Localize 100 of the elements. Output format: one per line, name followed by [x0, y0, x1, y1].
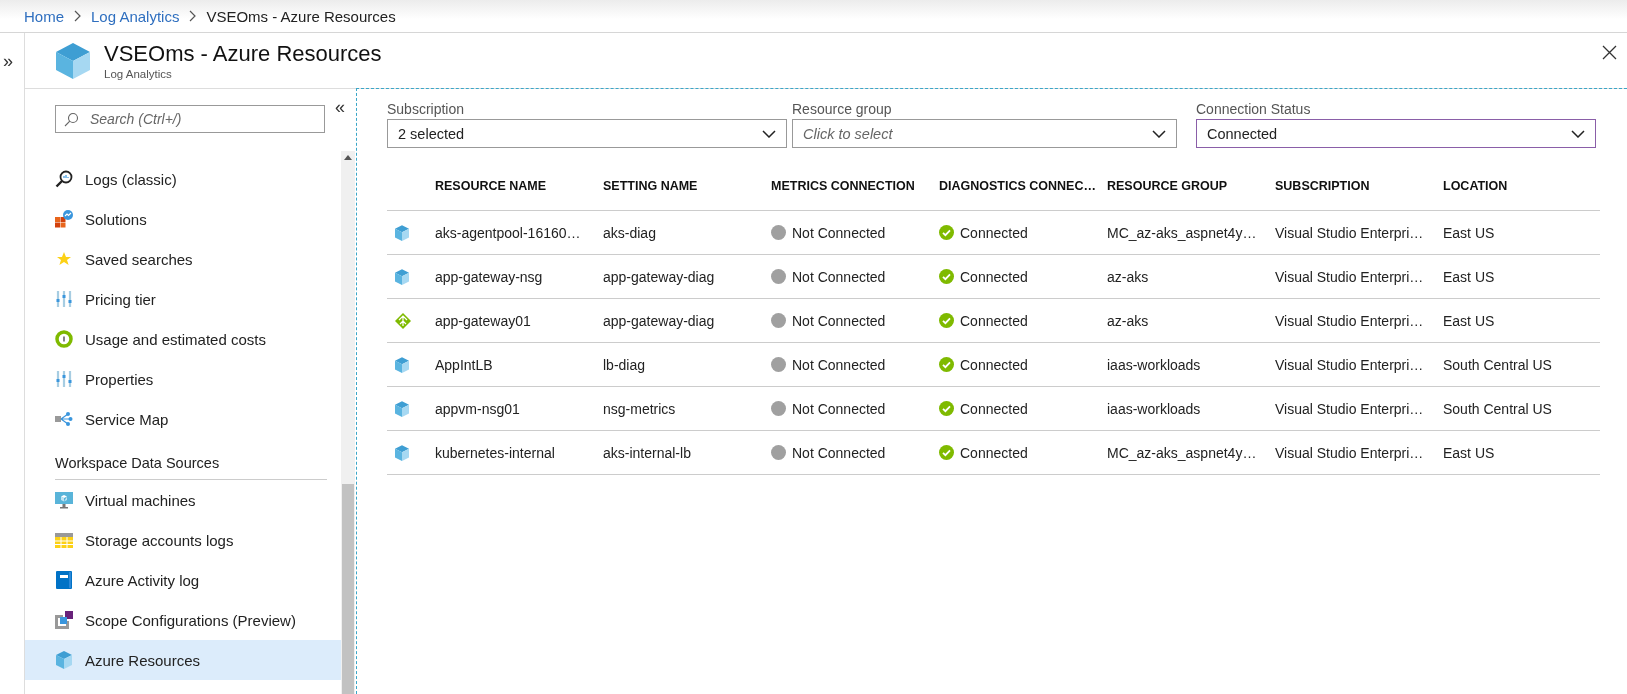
status-text: Not Connected — [792, 268, 886, 285]
menu-item[interactable]: Azure Resources — [25, 640, 341, 680]
cube-icon — [395, 356, 409, 373]
star-icon — [55, 251, 73, 267]
column-header[interactable]: RESOURCE NAME — [435, 179, 603, 193]
status-text: Not Connected — [792, 224, 886, 241]
table-cell-text: app-gateway01 — [435, 312, 532, 329]
table-cell-text: Visual Studio Enterpri… — [1275, 356, 1425, 373]
menu-item[interactable]: Logs (classic) — [25, 159, 341, 199]
status-text: Connected — [960, 312, 1028, 329]
column-header[interactable]: DIAGNOSTICS CONNEC… — [939, 179, 1107, 193]
chevron-down-icon — [1152, 129, 1166, 138]
table-cell-text: Visual Studio Enterpri… — [1275, 268, 1425, 285]
close-icon[interactable] — [1602, 45, 1617, 60]
search-icon — [64, 112, 79, 127]
cube-icon — [395, 400, 409, 417]
search-field[interactable]: Search (Ctrl+/) — [55, 105, 325, 133]
status-text: Connected — [960, 268, 1028, 285]
column-header[interactable]: SUBSCRIPTION — [1275, 179, 1443, 193]
solutions-icon — [55, 210, 73, 228]
dropdown[interactable]: Connected — [1196, 119, 1596, 148]
table-cell-text: aks-diag — [603, 224, 657, 241]
cube-icon — [395, 444, 409, 461]
chevron-down-icon — [1571, 129, 1585, 138]
status-text: Connected — [960, 356, 1028, 373]
table-cell-text: South Central US — [1443, 356, 1553, 373]
table-cell-text: Visual Studio Enterpri… — [1275, 400, 1425, 417]
table-cell-text: AppIntLB — [435, 356, 494, 373]
blade-title: VSEOms - Azure Resources — [104, 41, 383, 67]
cube-icon — [55, 41, 91, 80]
chevron-right-icon — [189, 10, 197, 22]
table-cell-text: nsg-metrics — [603, 400, 677, 417]
filter-label: Resource group — [792, 101, 893, 117]
sliders-icon — [55, 290, 73, 308]
column-header[interactable]: METRICS CONNECTION — [771, 179, 939, 193]
column-header[interactable]: LOCATION — [1443, 179, 1611, 193]
table-cell-text: Visual Studio Enterpri… — [1275, 444, 1425, 461]
menu-item[interactable]: Properties — [25, 359, 341, 399]
status-text: Connected — [960, 224, 1028, 241]
menu-item[interactable]: Virtual machines — [25, 480, 341, 520]
dropdown[interactable]: 2 selected — [387, 119, 787, 148]
table-cell-text: app-gateway-diag — [603, 268, 716, 285]
magnifier-icon — [55, 170, 73, 188]
scrollbar-thumb[interactable] — [342, 484, 354, 694]
monitor-icon — [55, 491, 73, 509]
filter-label: Connection Status — [1196, 101, 1312, 117]
table-cell-text: East US — [1443, 312, 1496, 329]
status-text: Not Connected — [792, 312, 886, 329]
table-icon — [55, 532, 73, 548]
status-text: Connected — [960, 444, 1028, 461]
status-text: Not Connected — [792, 356, 886, 373]
menu-item[interactable]: Saved searches — [25, 239, 341, 279]
menu-item[interactable]: Solutions — [25, 199, 341, 239]
sliders-icon — [55, 370, 73, 388]
section-heading: Workspace Data Sources — [55, 455, 327, 480]
filter-label: Subscription — [387, 101, 466, 117]
breadcrumb-current: VSEOms - Azure Resources — [206, 7, 396, 25]
menu-item[interactable]: Storage accounts logs — [25, 520, 341, 560]
table-cell-text: East US — [1443, 268, 1496, 285]
column-header[interactable]: RESOURCE GROUP — [1107, 179, 1275, 193]
table-cell-text: appvm-nsg01 — [435, 400, 521, 417]
scroll-up-icon[interactable] — [344, 155, 352, 160]
column-header[interactable]: SETTING NAME — [603, 179, 771, 193]
table-cell-text: app-gateway-nsg — [435, 268, 544, 285]
breadcrumb-link[interactable]: Log Analytics — [91, 7, 180, 25]
table-cell-text: aks-internal-lb — [603, 444, 692, 461]
menu-item[interactable]: Azure Activity log — [25, 560, 341, 600]
chevron-down-icon — [762, 129, 776, 138]
collapse-button[interactable]: « — [335, 97, 345, 118]
menu-item[interactable]: Pricing tier — [25, 279, 341, 319]
table-cell-text: MC_az-aks_aspnet4y… — [1107, 224, 1258, 241]
dropdown[interactable]: Click to select — [792, 119, 1177, 148]
table-cell-text: az-aks — [1107, 268, 1150, 285]
blade-subtitle: Log Analytics — [104, 68, 173, 80]
status-text: Connected — [960, 400, 1028, 417]
table-cell-text: Visual Studio Enterpri… — [1275, 224, 1425, 241]
table-cell-text: kubernetes-internal — [435, 444, 556, 461]
status-text: Not Connected — [792, 444, 886, 461]
chevron-right-icon — [74, 10, 81, 22]
status-text: Not Connected — [792, 400, 886, 417]
table-cell-text: iaas-workloads — [1107, 356, 1202, 373]
coin-icon — [55, 330, 73, 348]
scope-icon — [55, 611, 73, 629]
table-cell-text: South Central US — [1443, 400, 1553, 417]
menu-item[interactable]: Usage and estimated costs — [25, 319, 341, 359]
table-cell-text: az-aks — [1107, 312, 1150, 329]
gateway-icon — [395, 312, 411, 329]
book-icon — [55, 571, 73, 589]
expand-button[interactable]: » — [3, 51, 13, 72]
table-cell-text: lb-diag — [603, 356, 647, 373]
table-cell-text: Visual Studio Enterpri… — [1275, 312, 1425, 329]
table-cell-text: MC_az-aks_aspnet4y… — [1107, 444, 1258, 461]
menu-item[interactable]: Service Map — [25, 399, 341, 439]
table-cell-text: East US — [1443, 444, 1496, 461]
cube-icon — [395, 268, 409, 285]
menu-item[interactable]: Scope Configurations (Preview) — [25, 600, 341, 640]
breadcrumb-link[interactable]: Home — [24, 7, 64, 25]
cube-icon — [395, 224, 409, 241]
cube-icon — [55, 651, 73, 669]
table-cell-text: aks-agentpool-16160… — [435, 224, 582, 241]
